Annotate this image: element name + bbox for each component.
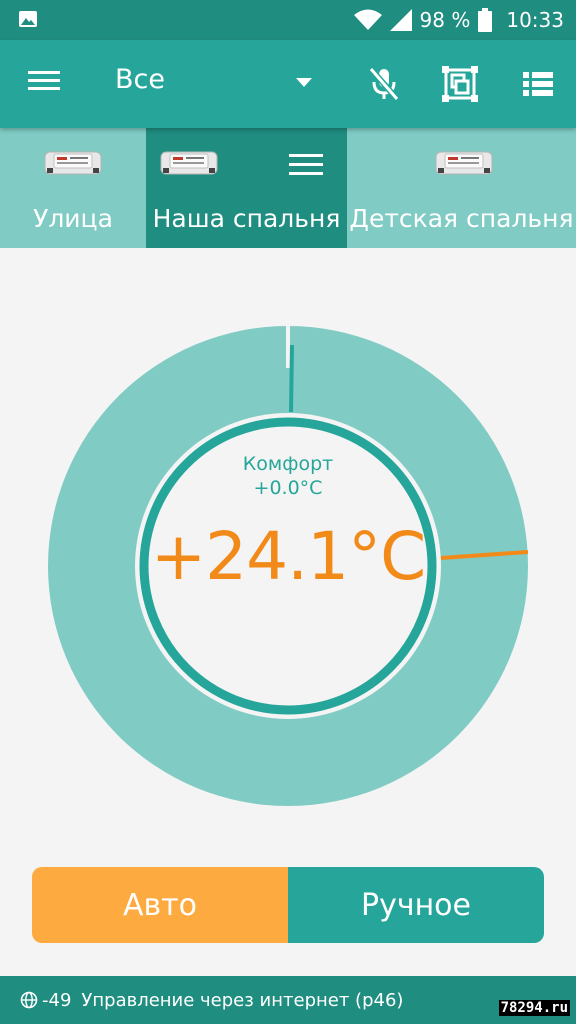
list-icon[interactable] <box>516 62 560 106</box>
watermark: 78294.ru <box>498 1000 570 1016</box>
room-tabs: Улица Наша спальня Детская спальня <box>0 128 576 248</box>
tab-nasha-spalnya[interactable]: Наша спальня <box>146 128 347 248</box>
temperature-offset: +0.0°C <box>253 477 323 499</box>
globe-icon <box>20 991 38 1009</box>
tab-label: Улица <box>33 204 113 233</box>
tab-menu-icon[interactable] <box>289 154 323 181</box>
toolbar: Все <box>0 40 576 128</box>
room-filter-select[interactable]: Все <box>115 64 165 95</box>
thermostat-dial: Комфорт +0.0°C +24.1°C <box>0 248 576 848</box>
current-temperature: +24.1°C <box>150 518 426 595</box>
auto-mode-button[interactable]: Авто <box>32 867 288 943</box>
tab-label: Детская спальня <box>349 204 574 233</box>
connection-footer: -49 Управление через интернет (р46) <box>0 976 576 1024</box>
dial-current-marker <box>289 344 294 413</box>
tab-label: Наша спальня <box>152 204 341 233</box>
mode-name: Комфорт <box>242 453 334 475</box>
tab-ulitsa[interactable]: Улица <box>0 128 146 248</box>
signal-strength: -49 <box>42 989 72 1011</box>
dropdown-arrow-icon[interactable] <box>296 78 312 87</box>
relay-device-icon <box>160 151 218 175</box>
mic-off-icon[interactable] <box>362 62 406 106</box>
group-frame-icon[interactable] <box>438 62 482 106</box>
status-bar: 98 % 10:33 <box>0 0 576 40</box>
manual-mode-button[interactable]: Ручное <box>288 867 544 943</box>
mode-switch: Авто Ручное <box>32 867 544 943</box>
tab-detskaya-spalnya[interactable]: Детская спальня <box>347 128 576 248</box>
cell-signal-icon <box>389 9 412 31</box>
image-icon <box>19 11 37 27</box>
battery-icon <box>478 8 493 32</box>
relay-device-icon <box>435 151 493 175</box>
clock: 10:33 <box>506 8 564 32</box>
battery-level: 98 % <box>419 8 471 32</box>
wifi-icon <box>353 9 382 30</box>
connection-status: Управление через интернет (р46) <box>81 989 404 1011</box>
menu-icon[interactable] <box>22 66 66 102</box>
relay-device-icon <box>44 151 102 175</box>
